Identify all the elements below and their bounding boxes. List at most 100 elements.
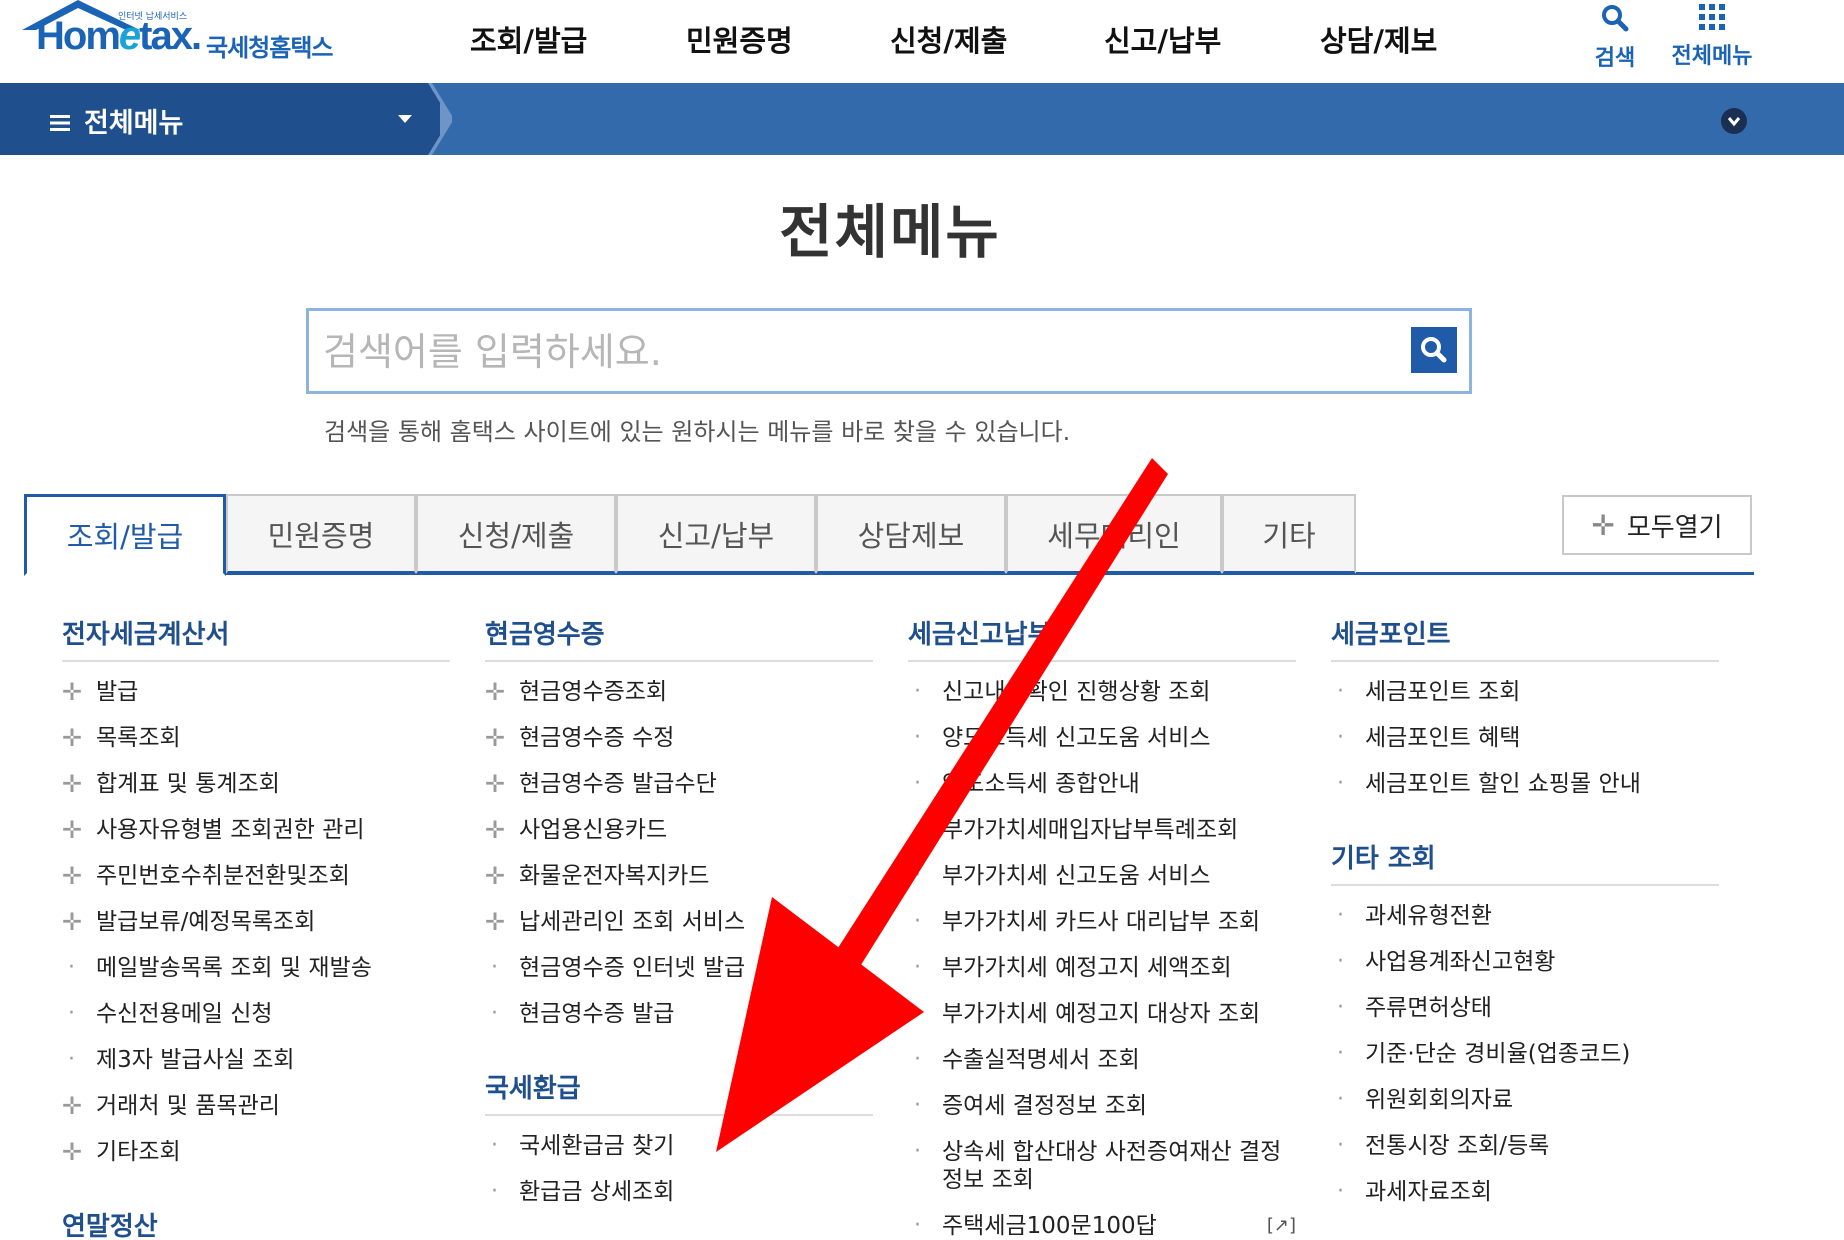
menu-search-input[interactable] (323, 323, 1383, 381)
menu-item-label: 부가가치세 신고도움 서비스 (942, 863, 1211, 889)
section-title[interactable]: 연말정산 (62, 1202, 450, 1240)
menu-item[interactable]: ✛ 기타조회 (62, 1132, 450, 1178)
plus-icon[interactable]: ✛ (62, 1138, 96, 1166)
menu-item[interactable]: · 현금영수증 발급 (485, 994, 873, 1040)
tab-application[interactable]: 신청/제출 (416, 494, 616, 574)
navbar-expand-button[interactable] (1721, 108, 1747, 134)
menu-item[interactable]: · 양도소득세 신고도움 서비스 (908, 718, 1296, 764)
menu-item-label: 주민번호수취분전환및조회 (96, 863, 350, 889)
section-title[interactable]: 세금포인트 (1331, 610, 1719, 660)
menu-item[interactable]: ✛ 거래처 및 품목관리 (62, 1086, 450, 1132)
menu-item[interactable]: ✛ 발급 (62, 672, 450, 718)
plus-icon[interactable]: ✛ (485, 816, 519, 844)
menu-item[interactable]: ✛ 현금영수증 수정 (485, 718, 873, 764)
menu-item[interactable]: ✛ 발급보류/예정목록조회 (62, 902, 450, 948)
menu-item[interactable]: · 제3자 발급사실 조회 (62, 1040, 450, 1086)
section-title[interactable]: 현금영수증 (485, 610, 873, 660)
logo-wordmark: Hometax. (36, 14, 202, 58)
menu-item[interactable]: · 과세자료조회 (1331, 1172, 1719, 1218)
menu-item[interactable]: ✛ 합계표 및 통계조회 (62, 764, 450, 810)
menu-item[interactable]: ✛ 목록조회 (62, 718, 450, 764)
menu-item[interactable]: · 증여세 결정정보 조회 (908, 1086, 1296, 1132)
gnb-item-inquiry[interactable]: 조회/발급 (470, 18, 587, 60)
menu-item[interactable]: · 전통시장 조회/등록 (1331, 1126, 1719, 1172)
plus-icon[interactable]: ✛ (62, 770, 96, 798)
tab-inquiry[interactable]: 조회/발급 (24, 494, 226, 576)
gnb-item-application[interactable]: 신청/제출 (890, 18, 1007, 60)
plus-icon[interactable]: ✛ (485, 724, 519, 752)
menu-item[interactable]: ✛ 현금영수증조회 (485, 672, 873, 718)
menu-item[interactable]: · 부가가치세 예정고지 대상자 조회 (908, 994, 1296, 1040)
hometax-logo[interactable]: 인터넷 납세서비스 Hometax. 국세청홈택스 (22, 0, 362, 70)
menu-item[interactable]: ✛ 화물운전자복지카드 (485, 856, 873, 902)
menu-item[interactable]: · 세금포인트 조회 (1331, 672, 1719, 718)
menu-item[interactable]: · 현금영수증 인터넷 발급 (485, 948, 873, 994)
menu-item[interactable]: · 세금포인트 할인 쇼핑몰 안내 (1331, 764, 1719, 810)
plus-icon[interactable]: ✛ (485, 678, 519, 706)
tab-consult[interactable]: 상담제보 (816, 494, 1006, 574)
gnb-item-certificate[interactable]: 민원증명 (686, 18, 793, 60)
section-title[interactable]: 국세환급 (485, 1064, 873, 1114)
menu-item[interactable]: · 수신전용메일 신청 (62, 994, 450, 1040)
external-link-icon[interactable]: [↗] (1267, 1212, 1296, 1240)
menu-item[interactable]: · 국세환급금 찾기 (485, 1126, 873, 1172)
bullet-icon: · (68, 1001, 75, 1026)
menu-item[interactable]: · 부가가치세 신고도움 서비스 (908, 856, 1296, 902)
menu-item-label: 거래처 및 품목관리 (96, 1093, 280, 1119)
gnb-item-filing[interactable]: 신고/납부 (1104, 18, 1221, 60)
menu-item[interactable]: ✛ 사용자유형별 조회권한 관리 (62, 810, 450, 856)
top-search-button[interactable]: 검색 (1584, 0, 1646, 71)
menu-item[interactable]: · 상속세 합산대상 사전증여재산 결정정보 조회 (908, 1132, 1296, 1206)
menu-item[interactable]: · 사업용계좌신고현황 (1331, 942, 1719, 988)
section-title[interactable]: 세금신고납부 (908, 610, 1296, 660)
bullet-icon: · (68, 955, 75, 980)
plus-icon[interactable]: ✛ (485, 770, 519, 798)
plus-icon[interactable]: ✛ (62, 908, 96, 936)
menu-item[interactable]: · 위원회회의자료 (1331, 1080, 1719, 1126)
bullet-icon: · (914, 771, 921, 796)
top-allmenu-button[interactable]: 전체메뉴 (1664, 0, 1760, 70)
menu-item[interactable]: · 주류면허상태 (1331, 988, 1719, 1034)
menu-item[interactable]: · 부가가치세매입자납부특례조회 (908, 810, 1296, 856)
caret-down-icon[interactable] (398, 115, 412, 123)
plus-icon[interactable]: ✛ (62, 724, 96, 752)
plus-icon[interactable]: ✛ (62, 862, 96, 890)
section-title[interactable]: 기타 조회 (1331, 834, 1719, 884)
menu-item[interactable]: ✛ 사업용신용카드 (485, 810, 873, 856)
menu-item[interactable]: · 수출실적명세서 조회 (908, 1040, 1296, 1086)
menu-item[interactable]: · 주택세금100문100답 [↗] (908, 1206, 1296, 1240)
plus-icon[interactable]: ✛ (62, 816, 96, 844)
bullet-icon: · (1337, 771, 1344, 796)
section-title[interactable]: 전자세금계산서 (62, 610, 450, 660)
plus-icon[interactable]: ✛ (485, 908, 519, 936)
tab-etc[interactable]: 기타 (1222, 494, 1356, 574)
menu-item[interactable]: · 과세유형전환 (1331, 896, 1719, 942)
navbar-allmenu-dropdown[interactable]: 전체메뉴 (50, 101, 183, 140)
menu-item[interactable]: · 부가가치세 카드사 대리납부 조회 (908, 902, 1296, 948)
tab-filing[interactable]: 신고/납부 (616, 494, 816, 574)
menu-item[interactable]: ✛ 주민번호수취분전환및조회 (62, 856, 450, 902)
plus-icon[interactable]: ✛ (62, 678, 96, 706)
gnb-item-consult[interactable]: 상담/제보 (1320, 18, 1437, 60)
top-allmenu-label: 전체메뉴 (1671, 44, 1753, 69)
menu-search-box (306, 308, 1472, 394)
menu-item[interactable]: · 메일발송목록 조회 및 재발송 (62, 948, 450, 994)
menu-item[interactable]: · 기준·단순 경비율(업종코드) (1331, 1034, 1719, 1080)
hamburger-icon (50, 115, 70, 131)
menu-item[interactable]: ✛ 납세관리인 조회 서비스 (485, 902, 873, 948)
expand-all-button[interactable]: ✛ 모두열기 (1562, 495, 1752, 555)
tab-tax-agent[interactable]: 세무대리인 (1006, 494, 1222, 574)
plus-icon[interactable]: ✛ (62, 1092, 96, 1120)
menu-item[interactable]: · 양도소득세 종합안내 (908, 764, 1296, 810)
tab-certificate[interactable]: 민원증명 (226, 494, 416, 574)
menu-item[interactable]: · 세금포인트 혜택 (1331, 718, 1719, 764)
menu-item[interactable]: · 환급금 상세조회 (485, 1172, 873, 1218)
menu-item[interactable]: ✛ 현금영수증 발급수단 (485, 764, 873, 810)
plus-icon[interactable]: ✛ (485, 862, 519, 890)
menu-item-label: 환급금 상세조회 (519, 1179, 675, 1205)
section-divider (1331, 884, 1719, 886)
menu-search-button[interactable] (1411, 327, 1457, 373)
bullet-icon: · (1337, 725, 1344, 750)
menu-item[interactable]: · 부가가치세 예정고지 세액조회 (908, 948, 1296, 994)
menu-item[interactable]: · 신고내용확인 진행상황 조회 (908, 672, 1296, 718)
